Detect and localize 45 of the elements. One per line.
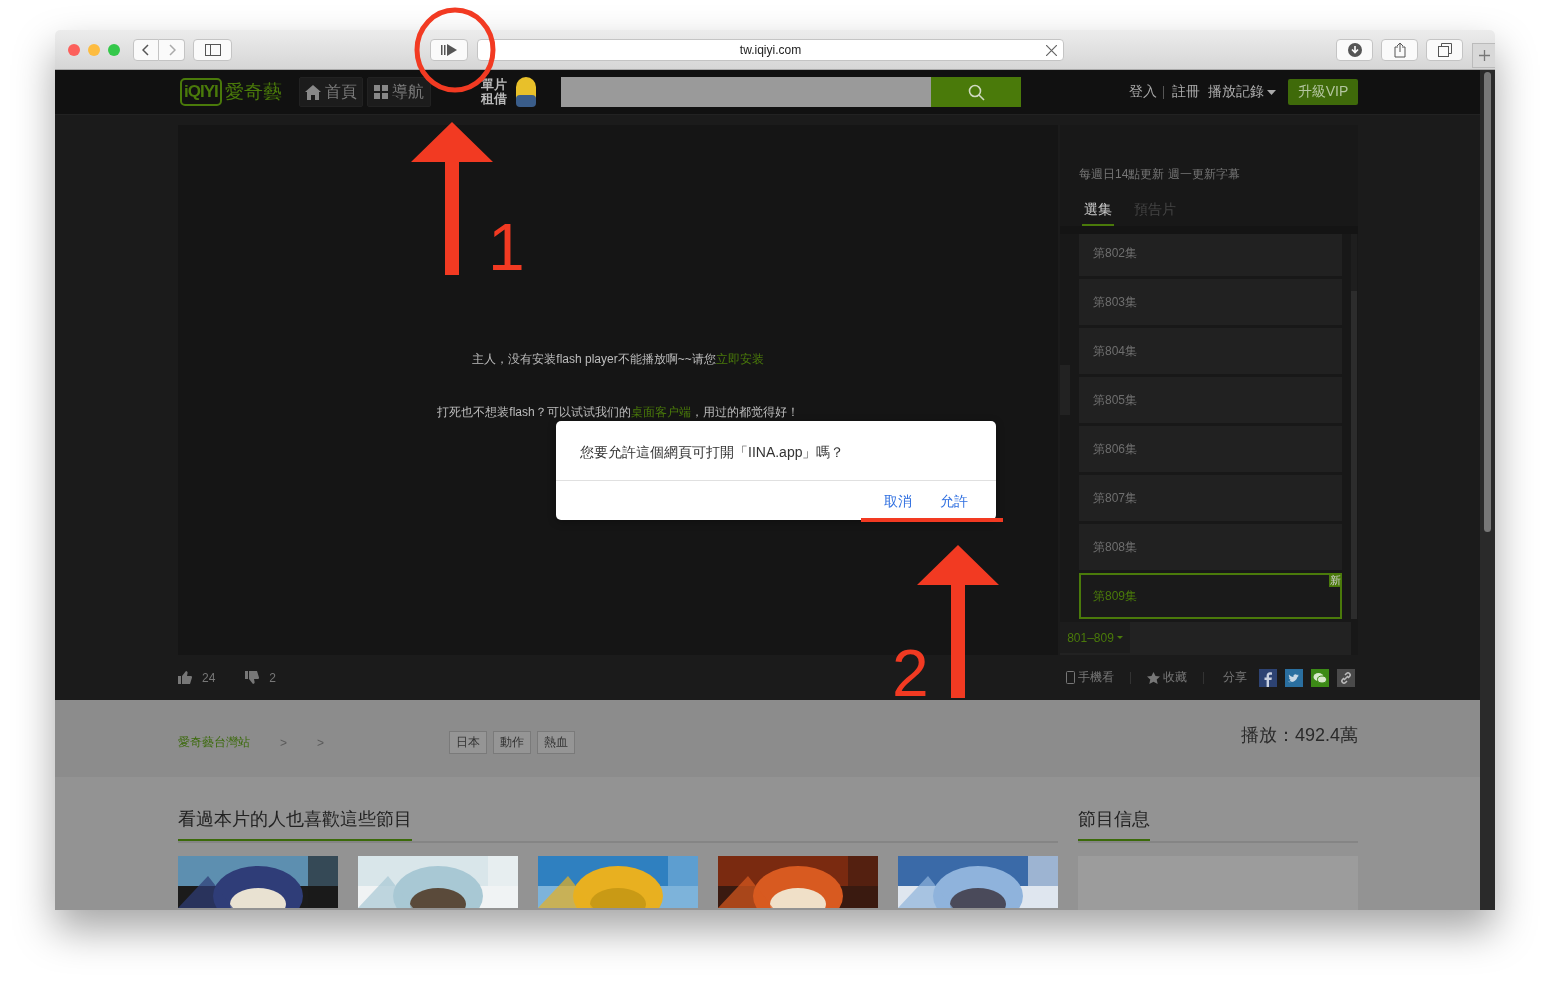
user-link[interactable]: 註冊 (1172, 83, 1200, 101)
install-link[interactable]: 立即安装 (715, 352, 764, 366)
flash-message: 打死也不想装flash？可以试试我们的桌面客户端，用过的都觉得好！ (437, 404, 799, 421)
episode-item[interactable]: 第809集 新 (1079, 573, 1342, 619)
flash-message: 主人，没有安装flash player不能播放啊~~请您立即安装 (472, 351, 764, 368)
new-badge: 新 (1329, 573, 1342, 587)
episode-tab[interactable]: 選集 (1082, 197, 1114, 226)
cancel-button[interactable]: 取消 (884, 493, 912, 511)
update-note: 每週日14點更新 週一更新字幕 (1079, 166, 1241, 183)
breadcrumb-separator: > (280, 735, 287, 750)
user-link[interactable]: 登入 (1129, 83, 1157, 101)
episode-item[interactable]: 第802集 (1079, 234, 1342, 276)
genre-tag[interactable]: 動作 (493, 731, 532, 754)
section-title: 看過本片的人也喜歡這些節目 (178, 807, 412, 841)
mobile-link[interactable]: 手機看 (1078, 669, 1114, 686)
play-count: 播放：492.4萬 (1240, 723, 1358, 747)
allow-button[interactable]: 允許 (940, 493, 968, 511)
favorite-link[interactable]: 收藏 (1163, 669, 1187, 686)
episode-item[interactable]: 第807集 (1079, 475, 1342, 521)
logo-mark[interactable]: iQIYI (180, 78, 222, 106)
episode-item[interactable]: 第805集 (1079, 377, 1342, 423)
address-field[interactable]: tw.iqiyi.com (477, 38, 1064, 61)
nav-tab[interactable]: 首頁 (299, 77, 363, 107)
rental-link[interactable]: 單片 租借 (481, 78, 507, 106)
client-link[interactable]: 桌面客户端 (630, 405, 691, 419)
history-menu[interactable]: 播放記錄 (1208, 83, 1276, 101)
genre-tag[interactable]: 熱血 (537, 731, 576, 754)
range-dropdown[interactable]: 801–809 (1060, 622, 1130, 654)
episode-item[interactable]: 第806集 (1079, 426, 1342, 472)
episode-item[interactable]: 第803集 (1079, 279, 1342, 325)
nav-tab[interactable]: 導航 (367, 77, 431, 107)
dialog-message: 您要允許這個網頁可打開「IINA.app」嗎？ (556, 421, 996, 481)
genre-tag[interactable]: 日本 (449, 731, 488, 754)
breadcrumb-link[interactable]: 愛奇藝台灣站 (178, 734, 250, 751)
episode-item[interactable]: 第804集 (1079, 328, 1342, 374)
section-title: 節目信息 (1078, 807, 1150, 841)
annotation-number: 1 (488, 214, 525, 280)
dislike-count: 2 (269, 670, 277, 685)
vip-button[interactable]: 升級VIP (1288, 79, 1358, 105)
share-label: 分享 (1223, 669, 1247, 686)
breadcrumb-separator: > (317, 735, 325, 750)
logo-text[interactable]: 愛奇藝 (224, 79, 282, 105)
episode-item[interactable]: 第808集 (1079, 524, 1342, 570)
annotation-number: 2 (892, 640, 929, 706)
like-count: 24 (202, 670, 216, 685)
